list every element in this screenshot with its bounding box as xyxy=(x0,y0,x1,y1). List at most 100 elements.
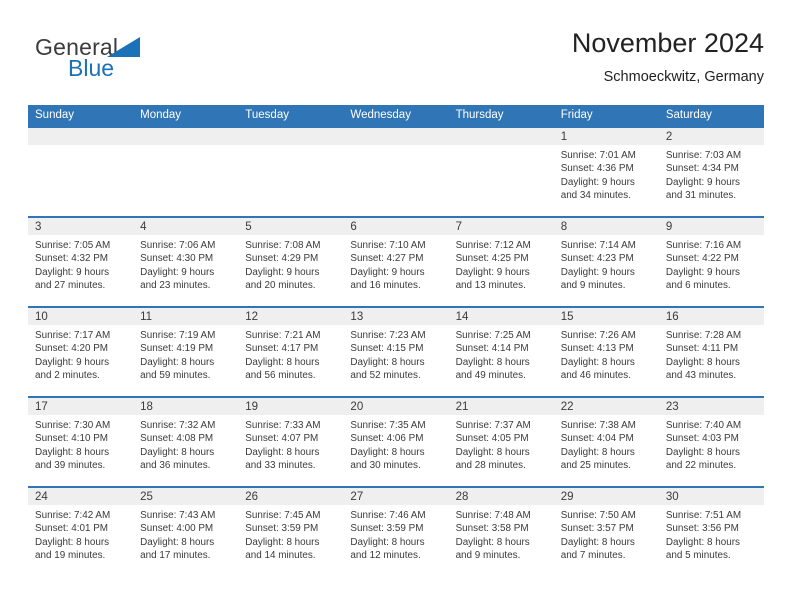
calendar-day-cell[interactable]: 14 Sunrise: 7:25 AM Sunset: 4:14 PM Dayligh… xyxy=(448,306,554,397)
logo-text-blue: Blue xyxy=(68,55,115,81)
calendar-day-cell[interactable]: 5 Sunrise: 7:08 AM Sunset: 4:29 PM Daylight… xyxy=(238,216,344,307)
day-details: Sunrise: 7:05 AM Sunset: 4:32 PM Daylight:… xyxy=(28,235,133,292)
calendar-cell-empty xyxy=(343,126,449,217)
sunset-text: Sunset: 4:27 PM xyxy=(350,253,424,265)
calendar-day-cell[interactable]: 3 Sunrise: 7:05 AM Sunset: 4:32 PM Daylight… xyxy=(28,216,134,307)
sunset-text: Sunset: 3:59 PM xyxy=(245,523,319,535)
sunrise-text: Sunrise: 7:40 AM xyxy=(665,420,742,431)
calendar-day-cell[interactable]: 12 Sunrise: 7:21 AM Sunset: 4:17 PM Dayligh… xyxy=(238,306,344,397)
daylight-text: Daylight: 9 hours xyxy=(560,176,635,188)
calendar-day-cell[interactable]: 1 Sunrise: 7:01 AM Sunset: 4:36 PM Daylight… xyxy=(553,126,659,217)
day-number: 20 xyxy=(343,398,449,415)
sunset-text: Sunset: 4:00 PM xyxy=(140,523,214,535)
calendar-day-cell[interactable]: 19 Sunrise: 7:33 AM Sunset: 4:07 PM Dayligh… xyxy=(238,396,344,487)
day-number: 14 xyxy=(448,308,554,325)
calendar-day-cell[interactable]: 28 Sunrise: 7:48 AM Sunset: 3:58 PM Dayligh… xyxy=(448,486,554,577)
daylight-text: Daylight: 9 hours xyxy=(245,266,320,278)
sunrise-text: Sunrise: 7:50 AM xyxy=(560,510,636,521)
calendar-day-cell[interactable]: 15 Sunrise: 7:26 AM Sunset: 4:13 PM Dayligh… xyxy=(553,306,659,397)
calendar-day-cell[interactable]: 11 Sunrise: 7:19 AM Sunset: 4:19 PM Dayligh… xyxy=(133,306,239,397)
weekday-header-monday: Monday xyxy=(133,105,239,127)
calendar-day-cell[interactable]: 16 Sunrise: 7:28 AM Sunset: 4:11 PM Dayligh… xyxy=(658,306,764,397)
sunrise-text: Sunrise: 7:46 AM xyxy=(350,510,426,521)
daylight-text: and 9 minutes. xyxy=(455,549,521,561)
page-header: General Blue November 2024 Schmoeckwitz,… xyxy=(28,28,764,98)
daylight-text: Daylight: 9 hours xyxy=(350,266,425,278)
calendar-day-cell[interactable]: 27 Sunrise: 7:46 AM Sunset: 3:59 PM Dayligh… xyxy=(343,486,449,577)
calendar-day-cell[interactable]: 6 Sunrise: 7:10 AM Sunset: 4:27 PM Daylight… xyxy=(343,216,449,307)
day-details xyxy=(28,145,133,149)
calendar-day-cell[interactable]: 4 Sunrise: 7:06 AM Sunset: 4:30 PM Daylight… xyxy=(133,216,239,307)
daylight-text: Daylight: 8 hours xyxy=(560,536,635,548)
calendar-day-cell[interactable]: 23 Sunrise: 7:40 AM Sunset: 4:03 PM Dayligh… xyxy=(658,396,764,487)
daylight-text: Daylight: 9 hours xyxy=(35,356,110,368)
weekday-header-sunday: Sunday xyxy=(28,105,134,127)
daylight-text: and 39 minutes. xyxy=(35,459,106,471)
calendar-day-cell[interactable]: 20 Sunrise: 7:35 AM Sunset: 4:06 PM Dayligh… xyxy=(343,396,449,487)
weekday-header-friday: Friday xyxy=(553,105,659,127)
calendar-day-cell[interactable]: 24 Sunrise: 7:42 AM Sunset: 4:01 PM Dayligh… xyxy=(28,486,134,577)
calendar-day-cell[interactable]: 7 Sunrise: 7:12 AM Sunset: 4:25 PM Daylight… xyxy=(448,216,554,307)
calendar-week-row: 10 Sunrise: 7:17 AM Sunset: 4:20 PM Dayligh… xyxy=(28,306,764,397)
day-number: 26 xyxy=(238,488,344,505)
generalblue-logo[interactable]: General Blue xyxy=(35,34,185,92)
day-details: Sunrise: 7:03 AM Sunset: 4:34 PM Daylight:… xyxy=(659,145,764,202)
day-number: 3 xyxy=(28,218,134,235)
day-details: Sunrise: 7:10 AM Sunset: 4:27 PM Daylight:… xyxy=(343,235,448,292)
day-number: 10 xyxy=(28,308,134,325)
sunrise-text: Sunrise: 7:25 AM xyxy=(455,330,531,341)
daylight-text: Daylight: 9 hours xyxy=(560,266,635,278)
calendar-day-cell[interactable]: 2 Sunrise: 7:03 AM Sunset: 4:34 PM Daylight… xyxy=(658,126,764,217)
day-details xyxy=(238,145,343,149)
calendar-week-row: 17 Sunrise: 7:30 AM Sunset: 4:10 PM Dayligh… xyxy=(28,396,764,487)
day-number: 23 xyxy=(658,398,764,415)
day-details: Sunrise: 7:43 AM Sunset: 4:00 PM Daylight:… xyxy=(133,505,238,562)
sunrise-text: Sunrise: 7:45 AM xyxy=(245,510,321,521)
weekday-header-thursday: Thursday xyxy=(448,105,554,127)
sunrise-text: Sunrise: 7:19 AM xyxy=(140,330,216,341)
sunrise-text: Sunrise: 7:01 AM xyxy=(560,150,636,161)
day-details: Sunrise: 7:16 AM Sunset: 4:22 PM Daylight:… xyxy=(659,235,764,292)
sunset-text: Sunset: 4:07 PM xyxy=(245,433,319,445)
daylight-text: Daylight: 8 hours xyxy=(140,356,215,368)
day-number: 27 xyxy=(343,488,449,505)
sunrise-text: Sunrise: 7:43 AM xyxy=(140,510,216,521)
calendar-day-cell[interactable]: 8 Sunrise: 7:14 AM Sunset: 4:23 PM Daylight… xyxy=(553,216,659,307)
calendar-day-cell[interactable]: 26 Sunrise: 7:45 AM Sunset: 3:59 PM Dayligh… xyxy=(238,486,344,577)
day-number: 29 xyxy=(553,488,659,505)
daylight-text: Daylight: 8 hours xyxy=(140,536,215,548)
daylight-text: Daylight: 8 hours xyxy=(560,446,635,458)
daylight-text: and 7 minutes. xyxy=(560,549,626,561)
sunrise-text: Sunrise: 7:14 AM xyxy=(560,240,636,251)
day-details xyxy=(449,145,554,149)
weekday-header-saturday: Saturday xyxy=(658,105,764,127)
daylight-text: and 36 minutes. xyxy=(140,459,211,471)
daylight-text: and 5 minutes. xyxy=(665,549,731,561)
day-number: 18 xyxy=(133,398,239,415)
day-number xyxy=(448,128,554,145)
daylight-text: and 56 minutes. xyxy=(245,369,316,381)
calendar-day-cell[interactable]: 10 Sunrise: 7:17 AM Sunset: 4:20 PM Dayligh… xyxy=(28,306,134,397)
calendar-day-cell[interactable]: 18 Sunrise: 7:32 AM Sunset: 4:08 PM Dayligh… xyxy=(133,396,239,487)
calendar-day-cell[interactable]: 9 Sunrise: 7:16 AM Sunset: 4:22 PM Daylight… xyxy=(658,216,764,307)
day-number: 5 xyxy=(238,218,344,235)
calendar-day-cell[interactable]: 30 Sunrise: 7:51 AM Sunset: 3:56 PM Dayligh… xyxy=(658,486,764,577)
calendar-cell-empty xyxy=(133,126,239,217)
day-details: Sunrise: 7:50 AM Sunset: 3:57 PM Daylight:… xyxy=(554,505,659,562)
calendar-day-cell[interactable]: 17 Sunrise: 7:30 AM Sunset: 4:10 PM Dayligh… xyxy=(28,396,134,487)
sunset-text: Sunset: 4:10 PM xyxy=(35,433,109,445)
calendar-body: 1 Sunrise: 7:01 AM Sunset: 4:36 PM Daylight… xyxy=(28,126,764,577)
sunrise-text: Sunrise: 7:51 AM xyxy=(665,510,742,521)
sunset-text: Sunset: 4:01 PM xyxy=(35,523,109,535)
daylight-text: Daylight: 8 hours xyxy=(560,356,635,368)
sunrise-text: Sunrise: 7:35 AM xyxy=(350,420,426,431)
calendar-day-cell[interactable]: 21 Sunrise: 7:37 AM Sunset: 4:05 PM Dayligh… xyxy=(448,396,554,487)
calendar-day-cell[interactable]: 29 Sunrise: 7:50 AM Sunset: 3:57 PM Dayligh… xyxy=(553,486,659,577)
sunrise-text: Sunrise: 7:08 AM xyxy=(245,240,321,251)
calendar-day-cell[interactable]: 25 Sunrise: 7:43 AM Sunset: 4:00 PM Dayligh… xyxy=(133,486,239,577)
day-number: 25 xyxy=(133,488,239,505)
calendar-day-cell[interactable]: 22 Sunrise: 7:38 AM Sunset: 4:04 PM Dayligh… xyxy=(553,396,659,487)
page-subtitle: Schmoeckwitz, Germany xyxy=(603,69,764,85)
day-number xyxy=(238,128,344,145)
calendar-day-cell[interactable]: 13 Sunrise: 7:23 AM Sunset: 4:15 PM Dayligh… xyxy=(343,306,449,397)
